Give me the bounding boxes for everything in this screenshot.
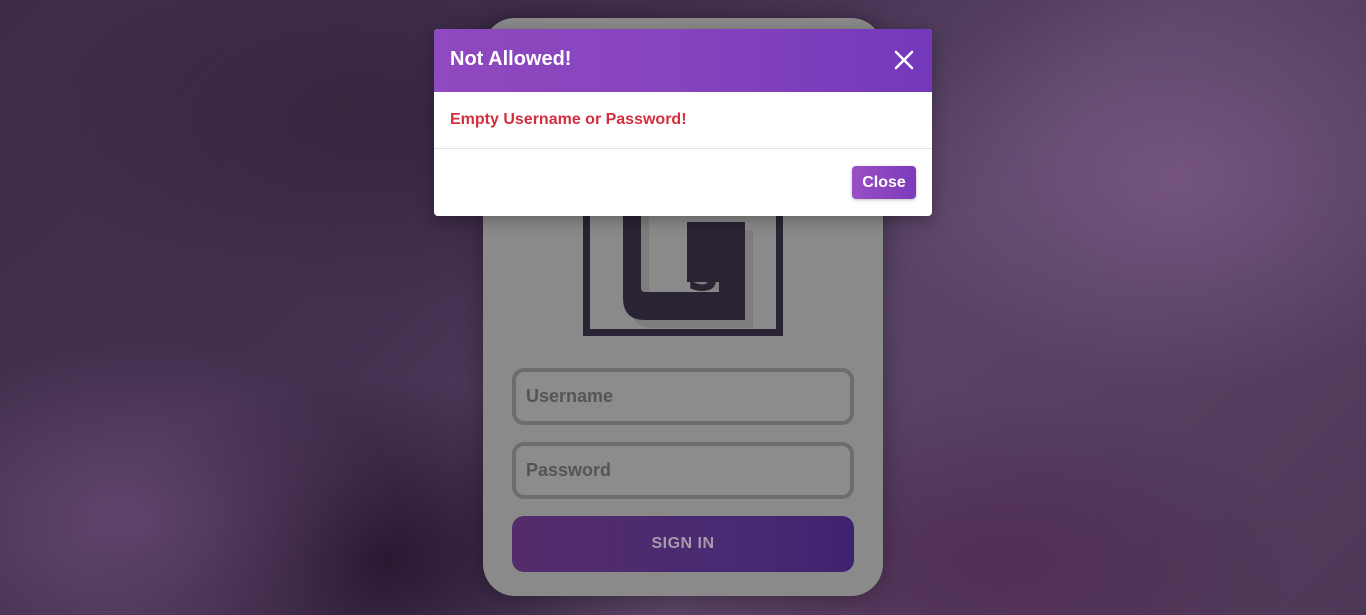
close-icon[interactable] — [892, 48, 916, 72]
error-message: Empty Username or Password! — [450, 111, 687, 128]
username-input[interactable] — [512, 368, 854, 425]
close-button[interactable]: Close — [852, 166, 916, 199]
modal-title: Not Allowed! — [450, 48, 572, 70]
signin-button[interactable]: SIGN IN — [512, 516, 854, 572]
modal-body: Empty Username or Password! — [434, 92, 932, 149]
password-input[interactable] — [512, 442, 854, 499]
modal-footer: Close — [434, 149, 932, 216]
modal-header: Not Allowed! — [434, 29, 932, 92]
error-modal: Not Allowed! Empty Username or Password!… — [434, 29, 932, 216]
logo-letter: S — [687, 240, 720, 303]
